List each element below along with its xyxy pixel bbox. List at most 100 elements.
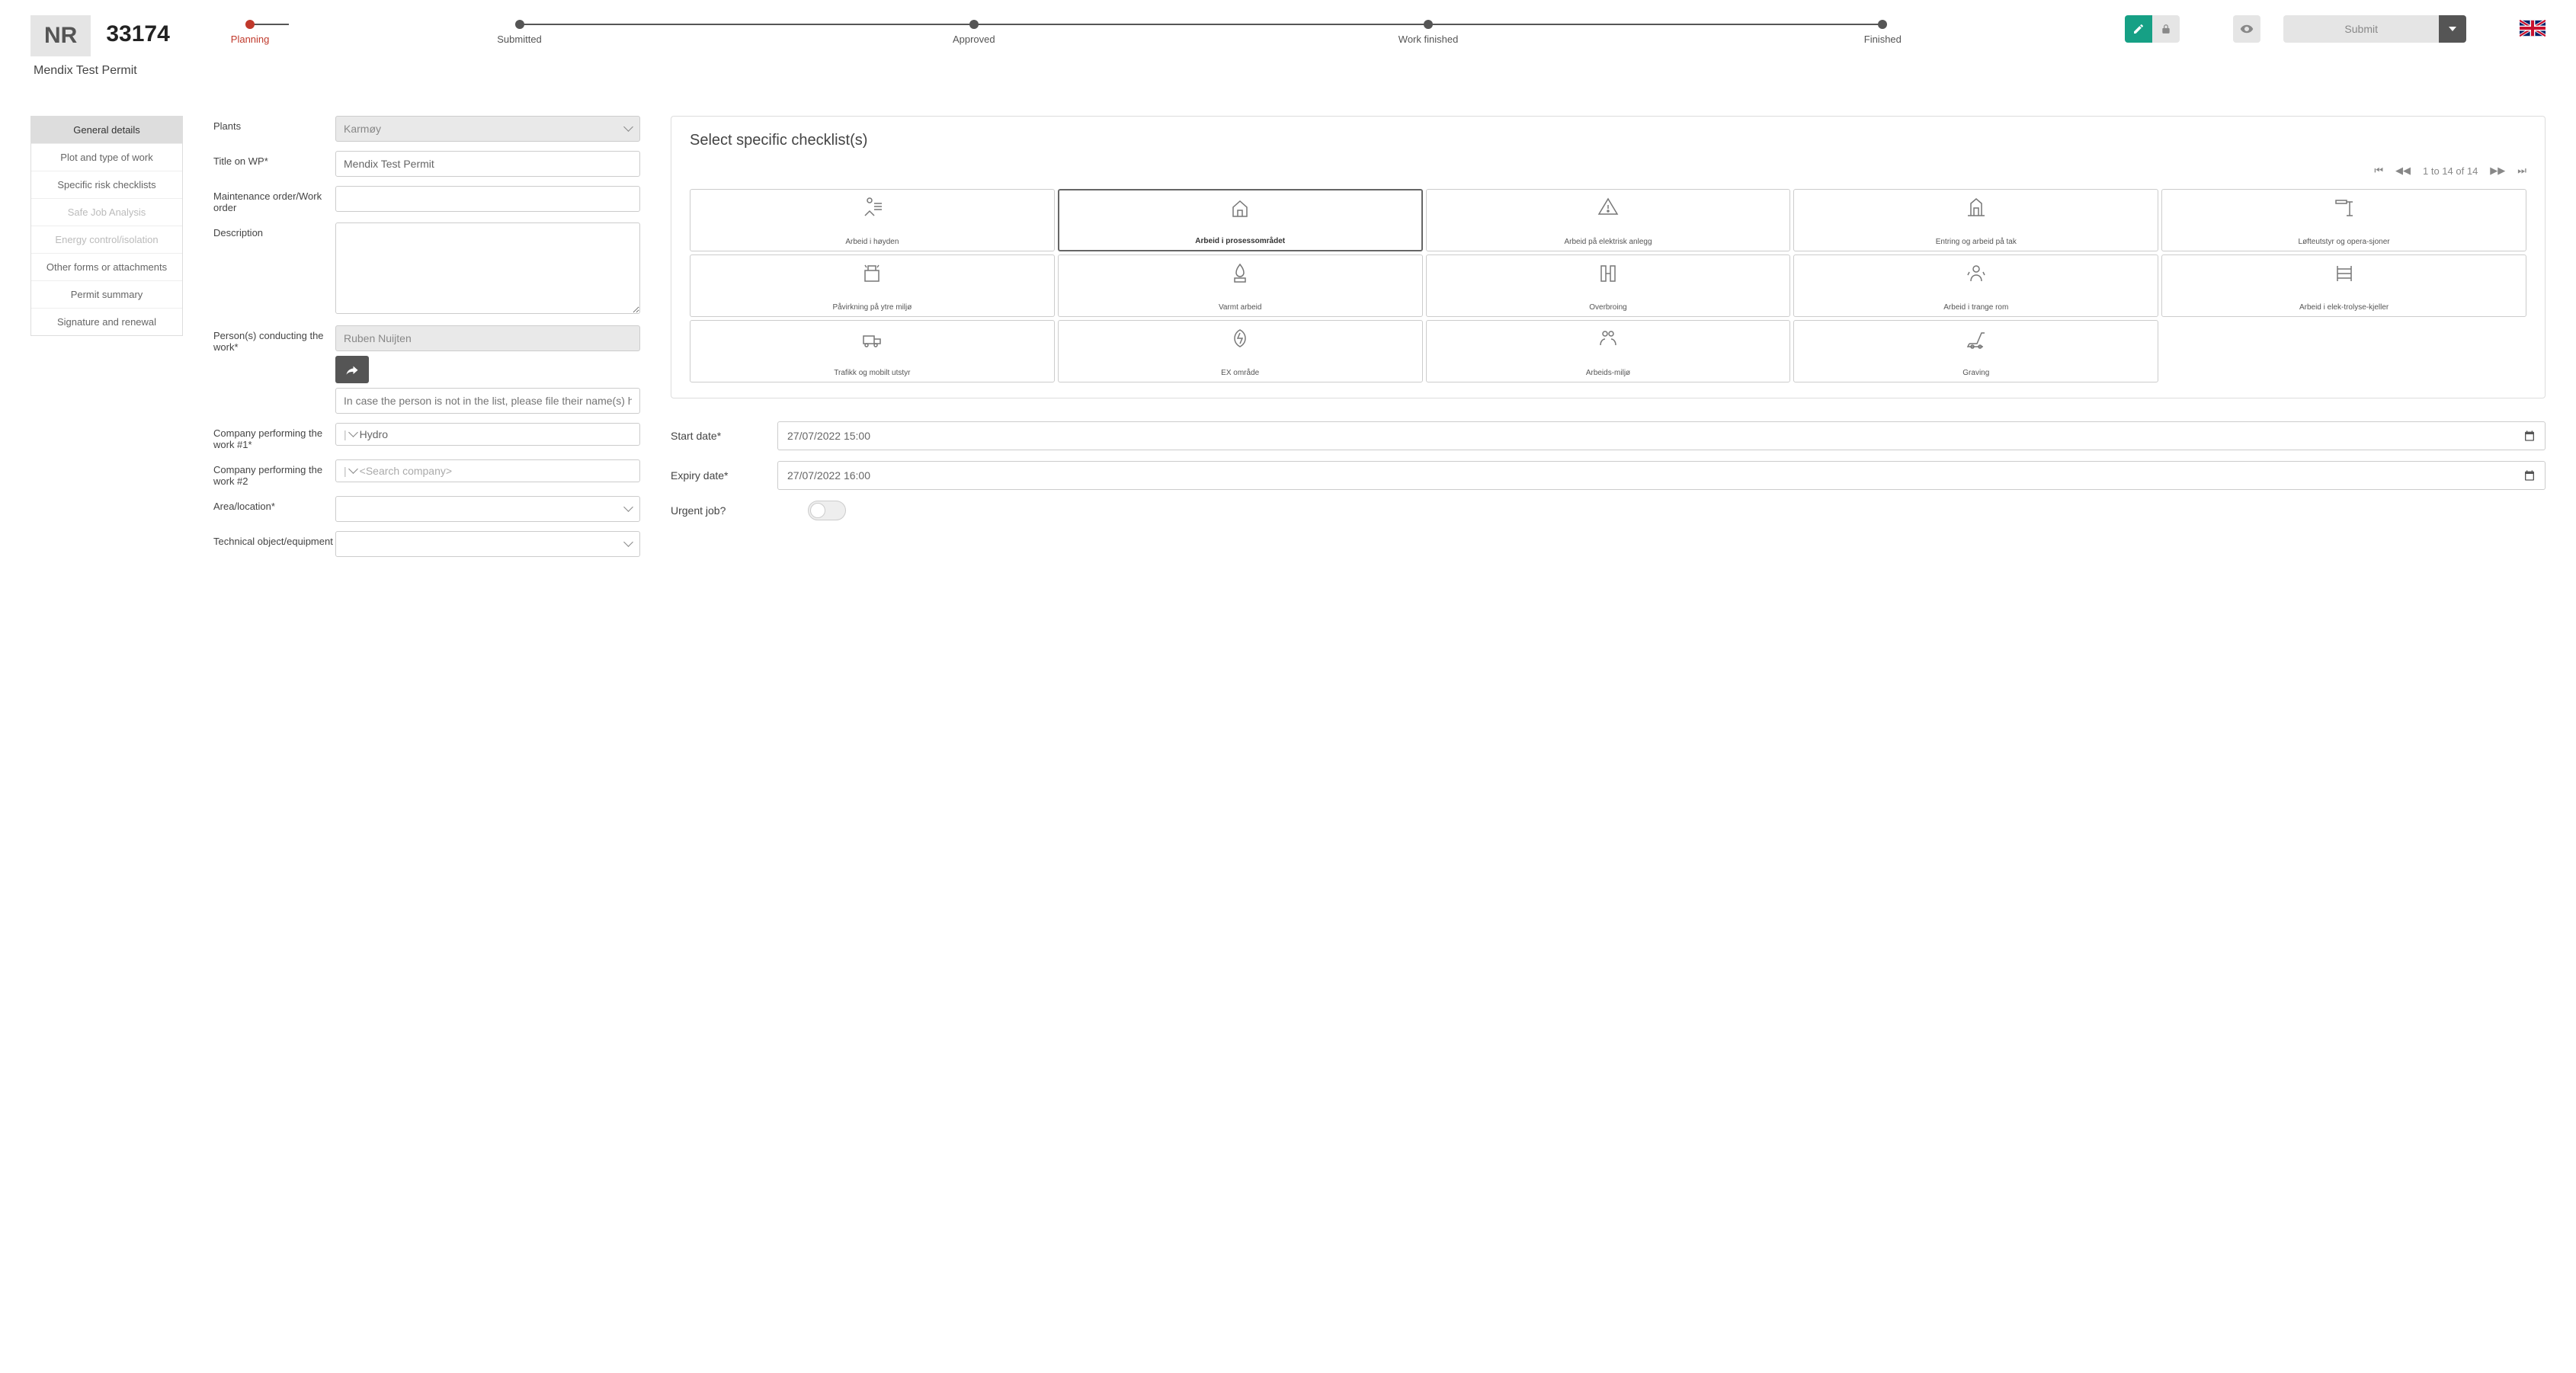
company2-combobox[interactable]: | <Search company> bbox=[335, 459, 640, 482]
checklist-icon bbox=[1597, 196, 1620, 221]
chevron-down-icon bbox=[350, 428, 357, 440]
title-label: Title on WP* bbox=[213, 151, 335, 167]
checklist-card[interactable]: Påvirkning på ytre miljø bbox=[690, 254, 1055, 317]
checklist-icon bbox=[1965, 261, 1988, 286]
checklist-card[interactable]: Arbeids-miljø bbox=[1426, 320, 1791, 382]
checklist-icon bbox=[1965, 196, 1988, 221]
checklist-card[interactable]: Løfteutstyr og opera-sjoner bbox=[2161, 189, 2526, 251]
maintenance-order-label: Maintenance order/Work order bbox=[213, 186, 335, 213]
pager-prev[interactable]: ◀◀ bbox=[2395, 165, 2411, 177]
checklist-card[interactable]: EX område bbox=[1058, 320, 1423, 382]
title-input[interactable] bbox=[335, 151, 640, 177]
expiry-date-label: Expiry date* bbox=[671, 469, 777, 482]
sidebar-item-permit-summary[interactable]: Permit summary bbox=[31, 281, 182, 309]
checklist-card[interactable]: Arbeid i prosessområdet bbox=[1058, 189, 1423, 251]
preview-button[interactable] bbox=[2233, 15, 2260, 43]
pager-first[interactable]: ⏮ bbox=[2374, 165, 2383, 177]
checklist-card-label: Graving bbox=[1962, 369, 1989, 377]
start-date-label: Start date* bbox=[671, 430, 777, 442]
checklist-card[interactable]: Arbeid i høyden bbox=[690, 189, 1055, 251]
checklist-icon bbox=[860, 327, 883, 352]
checklist-card-label: Overbroing bbox=[1589, 303, 1626, 312]
area-select[interactable] bbox=[335, 496, 640, 522]
tech-object-label: Technical object/equipment bbox=[213, 531, 335, 547]
checklist-icon bbox=[860, 196, 883, 221]
pager-text: 1 to 14 of 14 bbox=[2423, 165, 2478, 177]
checklist-card-label: Arbeid i prosessområdet bbox=[1195, 237, 1285, 245]
share-arrow-icon bbox=[345, 364, 359, 375]
language-flag[interactable] bbox=[2520, 20, 2546, 39]
step-work-finished[interactable]: Work finished bbox=[1201, 20, 1655, 45]
checklist-card-label: Arbeid på elektrisk anlegg bbox=[1564, 238, 1652, 246]
checklist-icon bbox=[2333, 261, 2356, 286]
lock-button[interactable] bbox=[2152, 15, 2180, 43]
checklist-icon bbox=[1229, 261, 1251, 286]
checklist-card[interactable]: Arbeid i trange rom bbox=[1793, 254, 2158, 317]
sidebar-item-other-forms[interactable]: Other forms or attachments bbox=[31, 254, 182, 281]
chevron-down-icon bbox=[625, 123, 632, 135]
persons-select[interactable]: Ruben Nuijten bbox=[335, 325, 640, 351]
step-finished[interactable]: Finished bbox=[1655, 20, 2110, 45]
progress-stepper: Planning Submitted Approved Work finishe… bbox=[231, 20, 2110, 45]
urgent-job-switch[interactable] bbox=[808, 501, 846, 520]
checklist-card-label: Arbeid i elek-trolyse-kjeller bbox=[2299, 303, 2389, 312]
sidebar-item-safe-job-analysis: Safe Job Analysis bbox=[31, 199, 182, 226]
sidebar-item-energy-control: Energy control/isolation bbox=[31, 226, 182, 254]
company1-combobox[interactable]: | Hydro bbox=[335, 423, 640, 446]
chevron-down-icon bbox=[350, 465, 357, 477]
section-nav: General details Plot and type of work Sp… bbox=[30, 116, 183, 336]
calendar-icon bbox=[2523, 430, 2536, 442]
description-textarea[interactable] bbox=[335, 222, 640, 314]
plants-label: Plants bbox=[213, 116, 335, 132]
submit-button[interactable]: Submit bbox=[2283, 15, 2466, 43]
start-date-input[interactable]: 27/07/2022 15:00 bbox=[777, 421, 2546, 450]
checklist-card[interactable]: Entring og arbeid på tak bbox=[1793, 189, 2158, 251]
checklist-icon bbox=[1229, 197, 1251, 222]
checklist-card-label: Varmt arbeid bbox=[1219, 303, 1262, 312]
checklist-icon bbox=[860, 261, 883, 286]
sidebar-item-signature-renewal[interactable]: Signature and renewal bbox=[31, 309, 182, 335]
eye-icon bbox=[2240, 22, 2254, 36]
checklist-card-label: EX område bbox=[1221, 369, 1259, 377]
sidebar-item-general-details[interactable]: General details bbox=[31, 117, 182, 144]
chevron-down-icon bbox=[625, 538, 632, 550]
pager-last[interactable]: ⏭ bbox=[2517, 165, 2526, 177]
checklist-card[interactable]: Overbroing bbox=[1426, 254, 1791, 317]
mode-toggle bbox=[2125, 15, 2180, 43]
pencil-icon bbox=[2132, 23, 2145, 35]
step-approved[interactable]: Approved bbox=[747, 20, 1201, 45]
urgent-job-label: Urgent job? bbox=[671, 504, 808, 517]
caret-down-icon bbox=[2449, 25, 2456, 33]
checklist-card[interactable]: Varmt arbeid bbox=[1058, 254, 1423, 317]
chevron-down-icon bbox=[625, 503, 632, 515]
maintenance-order-input[interactable] bbox=[335, 186, 640, 212]
uk-flag-icon bbox=[2520, 20, 2546, 37]
share-person-button[interactable] bbox=[335, 356, 369, 383]
tech-object-select[interactable] bbox=[335, 531, 640, 557]
sidebar-item-specific-risk[interactable]: Specific risk checklists bbox=[31, 171, 182, 199]
plants-select[interactable]: Karmøy bbox=[335, 116, 640, 142]
submit-dropdown[interactable] bbox=[2439, 15, 2466, 43]
step-planning[interactable]: Planning bbox=[231, 20, 270, 45]
checklist-icon bbox=[1229, 327, 1251, 352]
checklist-card[interactable]: Trafikk og mobilt utstyr bbox=[690, 320, 1055, 382]
checklist-card[interactable]: Graving bbox=[1793, 320, 2158, 382]
checklist-card[interactable]: Arbeid i elek-trolyse-kjeller bbox=[2161, 254, 2526, 317]
pager-next[interactable]: ▶▶ bbox=[2490, 165, 2505, 177]
header-actions: Submit bbox=[2125, 15, 2546, 43]
checklist-icon bbox=[1597, 261, 1620, 286]
persons-freetext-input[interactable] bbox=[335, 388, 640, 414]
checklist-icon bbox=[2333, 196, 2356, 221]
checklist-card[interactable]: Arbeid på elektrisk anlegg bbox=[1426, 189, 1791, 251]
expiry-date-input[interactable]: 27/07/2022 16:00 bbox=[777, 461, 2546, 490]
checklist-pager: ⏮ ◀◀ 1 to 14 of 14 ▶▶ ⏭ bbox=[690, 165, 2526, 177]
edit-button[interactable] bbox=[2125, 15, 2152, 43]
lock-icon bbox=[2161, 24, 2171, 34]
sidebar-item-plot-type[interactable]: Plot and type of work bbox=[31, 144, 182, 171]
checklist-card-label: Trafikk og mobilt utstyr bbox=[834, 369, 910, 377]
checklist-card-label: Arbeid i høyden bbox=[845, 238, 899, 246]
permit-number: 33174 bbox=[106, 15, 169, 47]
persons-label: Person(s) conducting the work* bbox=[213, 325, 335, 353]
checklist-icon bbox=[1597, 327, 1620, 352]
step-submitted[interactable]: Submitted bbox=[292, 20, 746, 45]
